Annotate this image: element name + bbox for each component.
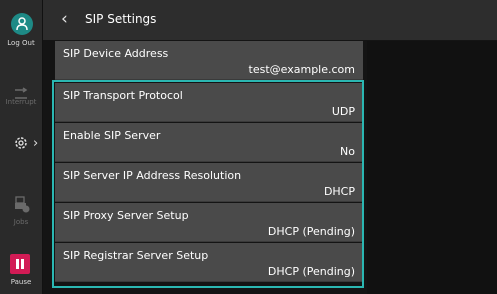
row-label: SIP Device Address	[63, 47, 169, 60]
pause-button[interactable]	[10, 254, 30, 274]
gear-icon[interactable]	[13, 135, 29, 155]
row-label: SIP Proxy Server Setup	[63, 209, 189, 222]
row-value: DHCP	[323, 185, 355, 198]
sip-transport-protocol-row[interactable]: SIP Transport Protocol UDP	[55, 83, 363, 122]
sip-device-address-row[interactable]: SIP Device Address test@example.com	[55, 41, 363, 80]
enable-sip-server-row[interactable]: Enable SIP Server No	[55, 123, 363, 162]
row-value: No	[340, 145, 355, 158]
back-icon[interactable]: ‹	[61, 9, 68, 29]
header-bar: ‹ SIP Settings	[43, 0, 497, 40]
left-rail: Log Out Interrupt › Jobs Pause	[0, 0, 43, 294]
jobs-label: Jobs	[13, 218, 29, 226]
right-panel	[367, 41, 497, 294]
row-label: Enable SIP Server	[63, 129, 161, 142]
row-value: DHCP (Pending)	[267, 265, 355, 278]
jobs-icon[interactable]	[14, 196, 30, 218]
row-value: test@example.com	[248, 63, 355, 76]
row-label: SIP Transport Protocol	[63, 89, 183, 102]
user-icon	[16, 17, 28, 31]
logout-label: Log Out	[7, 39, 35, 47]
sip-registrar-server-setup-row[interactable]: SIP Registrar Server Setup DHCP (Pending…	[55, 243, 363, 282]
sip-server-ip-resolution-row[interactable]: SIP Server IP Address Resolution DHCP	[55, 163, 363, 202]
row-label: SIP Registrar Server Setup	[63, 249, 209, 262]
row-value: DHCP (Pending)	[267, 225, 355, 238]
pause-label: Pause	[10, 278, 32, 286]
interrupt-label: Interrupt	[5, 98, 37, 106]
chevron-right-icon: ›	[33, 136, 39, 151]
row-value: UDP	[331, 105, 355, 118]
row-label: SIP Server IP Address Resolution	[63, 169, 242, 182]
logout-button[interactable]	[11, 13, 33, 35]
page-title: SIP Settings	[85, 12, 157, 26]
sip-proxy-server-setup-row[interactable]: SIP Proxy Server Setup DHCP (Pending)	[55, 203, 363, 242]
